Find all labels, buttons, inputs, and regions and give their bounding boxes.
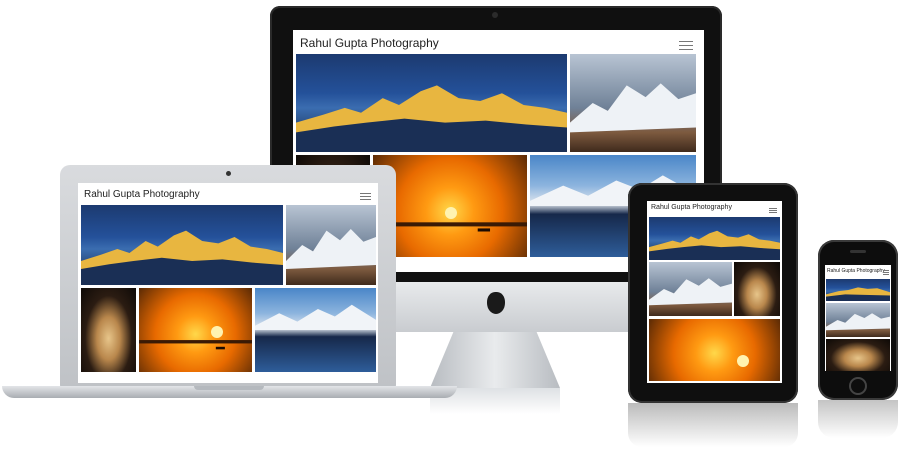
- laptop-trackpad-notch: [194, 386, 264, 390]
- gallery-photo-snow-mountains[interactable]: [286, 205, 376, 285]
- phone-reflection: [818, 400, 898, 438]
- gallery-photo-mountain-sunrise[interactable]: [826, 279, 890, 301]
- tablet-screen: Rahul Gupta Photography: [647, 201, 782, 383]
- site-title[interactable]: Rahul Gupta Photography: [300, 36, 439, 50]
- hamburger-menu-icon[interactable]: [769, 208, 777, 214]
- phone-device: Rahul Gupta Photography: [818, 240, 898, 400]
- gallery-photo-snow-mountains[interactable]: [570, 54, 696, 152]
- gallery-photo-mountain-sunrise[interactable]: [296, 54, 567, 152]
- gallery-photo-mountain-sunrise[interactable]: [81, 205, 283, 285]
- gallery-photo-river-sunset[interactable]: [649, 319, 780, 381]
- hamburger-menu-icon[interactable]: [360, 193, 371, 201]
- imac-stand: [430, 332, 560, 388]
- site-title[interactable]: Rahul Gupta Photography: [651, 204, 732, 211]
- gallery-photo-arch-window[interactable]: [81, 288, 136, 372]
- gallery-photo-river-sunset[interactable]: [139, 288, 252, 372]
- gallery-photo-snow-mountains[interactable]: [649, 262, 732, 316]
- gallery-photo-arch-window[interactable]: [826, 339, 890, 371]
- laptop-device: Rahul Gupta Photography: [60, 165, 396, 387]
- phone-screen: Rahul Gupta Photography: [825, 265, 891, 371]
- laptop-screen: Rahul Gupta Photography: [78, 183, 378, 383]
- laptop-camera: [226, 171, 231, 176]
- gallery-photo-mountain-sunrise[interactable]: [649, 217, 780, 260]
- phone-home-button[interactable]: [849, 377, 867, 395]
- site-title[interactable]: Rahul Gupta Photography: [827, 268, 885, 274]
- gallery-photo-snow-mountains[interactable]: [826, 303, 890, 337]
- phone-speaker: [850, 250, 866, 253]
- gallery-photo-arch-window[interactable]: [734, 262, 780, 316]
- site-title[interactable]: Rahul Gupta Photography: [84, 189, 200, 200]
- tablet-reflection: [628, 403, 798, 447]
- hamburger-menu-icon[interactable]: [883, 270, 889, 275]
- tablet-device: Rahul Gupta Photography: [628, 183, 798, 403]
- imac-camera: [492, 12, 498, 18]
- hamburger-menu-icon[interactable]: [679, 40, 693, 50]
- gallery-photo-river-sunset[interactable]: [373, 155, 527, 257]
- gallery-photo-mountain-lake[interactable]: [255, 288, 376, 372]
- apple-logo-icon: [487, 292, 505, 314]
